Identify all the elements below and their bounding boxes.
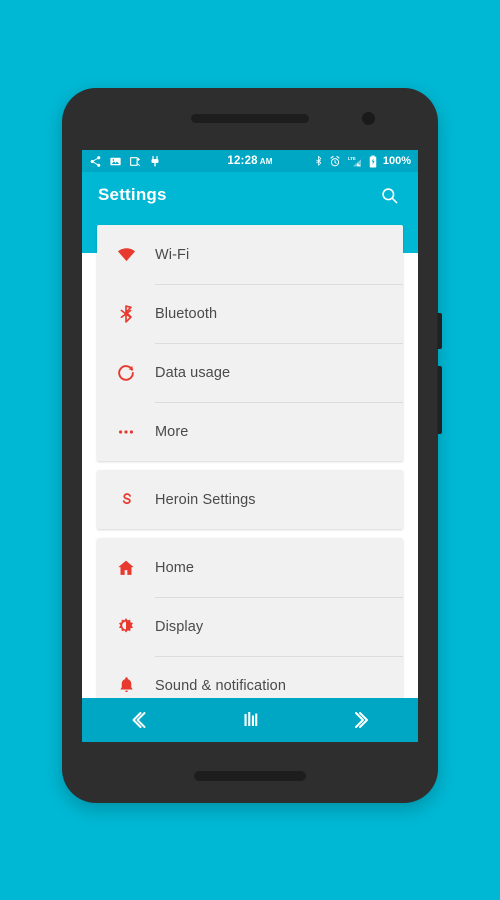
bluetooth-icon [97, 304, 155, 324]
list-item-wifi[interactable]: Wi-Fi [97, 225, 403, 284]
clock-ampm: AM [259, 157, 273, 166]
list-item-label: Sound & notification [155, 677, 286, 694]
list-item-heroin-settings[interactable]: Heroin Settings [97, 470, 403, 529]
recents-chevron-icon [355, 712, 368, 728]
status-bar-right-icons: LTE 100% [314, 155, 411, 168]
screenshot-canvas: 12:28 AM LTE 100% Settings Wi-Fi Bluetoo… [0, 0, 500, 900]
power-button[interactable] [437, 313, 442, 349]
list-item-label: Bluetooth [155, 305, 218, 322]
list-item-label: More [155, 423, 189, 440]
page-title: Settings [98, 185, 167, 204]
nav-recents-button[interactable] [334, 703, 390, 737]
status-bar-clock: 12:28 AM [227, 155, 272, 167]
front-camera [362, 112, 375, 125]
share-icon [90, 155, 101, 167]
list-item-label: Wi-Fi [155, 246, 190, 263]
list-item-sound-notification[interactable]: Sound & notification [97, 656, 403, 698]
usb-plug-icon [151, 155, 159, 166]
battery-percent-label: 100% [382, 155, 411, 167]
screenshot-icon [130, 156, 141, 166]
nav-home-button[interactable] [222, 703, 278, 737]
list-item-label: Heroin Settings [155, 491, 256, 508]
settings-content: Wi-Fi Bluetooth Data usage More Heroin S… [82, 218, 418, 698]
back-chevron-icon [132, 712, 146, 728]
list-item-home[interactable]: Home [97, 538, 403, 597]
volume-button[interactable] [437, 366, 442, 434]
settings-list[interactable]: Wi-Fi Bluetooth Data usage More Heroin S… [82, 218, 418, 698]
alarm-icon [330, 155, 340, 166]
battery-icon [369, 155, 377, 167]
bluetooth-icon [315, 155, 321, 166]
clock-time: 12:28 [227, 155, 258, 167]
home-icon [97, 558, 155, 578]
earpiece-speaker [191, 114, 309, 123]
app-bar: Settings [82, 172, 418, 218]
more-dots-icon [97, 422, 155, 442]
status-bar: 12:28 AM LTE 100% [82, 150, 418, 172]
list-item-label: Display [155, 618, 204, 635]
list-item-display[interactable]: Display [97, 597, 403, 656]
list-item-more[interactable]: More [97, 402, 403, 461]
lte-signal-icon: LTE [348, 155, 361, 166]
navigation-bar [82, 698, 418, 742]
status-bar-left-icons [89, 155, 161, 168]
bottom-speaker-grille [194, 771, 306, 781]
list-item-label: Home [155, 559, 195, 576]
search-button[interactable] [376, 182, 402, 208]
list-item-data-usage[interactable]: Data usage [97, 343, 403, 402]
nav-back-button[interactable] [110, 703, 166, 737]
list-item-label: Data usage [155, 364, 231, 381]
data-usage-icon [97, 363, 155, 383]
phone-screen: 12:28 AM LTE 100% Settings Wi-Fi Bluetoo… [82, 150, 418, 742]
home-bars-icon [244, 712, 258, 726]
phone-device-frame: 12:28 AM LTE 100% Settings Wi-Fi Bluetoo… [62, 88, 442, 803]
wifi-icon [97, 244, 155, 265]
bell-icon [97, 676, 155, 695]
search-icon [381, 187, 397, 203]
display-icon [97, 617, 155, 637]
heroin-s-icon [97, 490, 155, 509]
svg-text:LTE: LTE [348, 155, 356, 160]
image-icon [110, 157, 121, 165]
settings-card-heroin: Heroin Settings [97, 470, 403, 529]
list-item-bluetooth[interactable]: Bluetooth [97, 284, 403, 343]
settings-card-device: Home Display Sound & notification [97, 538, 403, 698]
settings-card-wireless: Wi-Fi Bluetooth Data usage More [97, 225, 403, 461]
